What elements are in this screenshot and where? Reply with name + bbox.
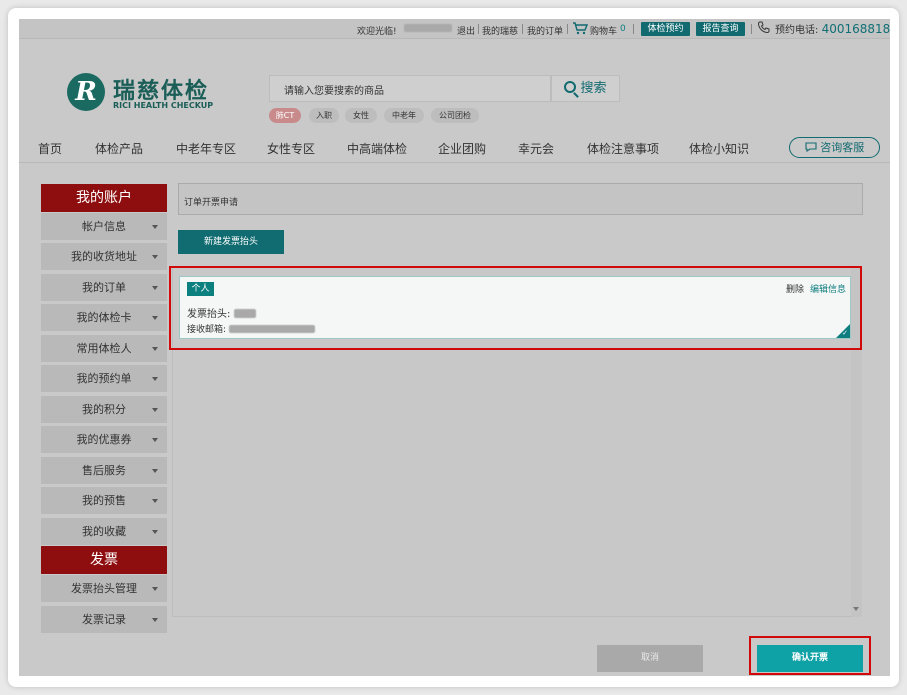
sidebar-item-invoice-headers[interactable]: 发票抬头管理	[41, 575, 167, 602]
sidebar-item-points[interactable]: 我的积分	[41, 396, 167, 423]
sidebar-invoice-title: 发票	[41, 546, 167, 574]
sidebar-item-aftersales[interactable]: 售后服务	[41, 457, 167, 484]
separator	[751, 24, 752, 34]
search-button[interactable]: 搜索	[551, 75, 620, 102]
search-tag[interactable]: 女性	[345, 108, 377, 123]
nav-products[interactable]: 体检产品	[95, 140, 143, 157]
top-bar: 欢迎光临! 退出 我的瑞慈 我的订单 购物车 0 体检预约 报告查询 预约电话:…	[19, 19, 890, 39]
nav-senior[interactable]: 中老年专区	[176, 140, 236, 157]
cart-icon[interactable]	[572, 21, 589, 38]
chevron-down-icon	[152, 618, 158, 622]
chevron-down-icon	[152, 530, 158, 534]
search-tag[interactable]: 中老年	[384, 108, 424, 123]
consult-button[interactable]: 咨询客服	[789, 137, 880, 158]
sidebar-account-title: 我的账户	[41, 184, 167, 212]
scroll-down-icon[interactable]	[853, 607, 859, 611]
username-blurred	[404, 24, 452, 35]
nav-premium[interactable]: 中高端体检	[347, 140, 407, 157]
sidebar-item-address[interactable]: 我的收货地址	[41, 243, 167, 270]
phone-info: 预约电话: 4001688188	[775, 21, 890, 36]
search-input[interactable]: 请输入您要搜索的商品	[269, 75, 551, 102]
phone-label: 预约电话:	[775, 25, 819, 36]
logout-link[interactable]: 退出	[457, 24, 475, 37]
chevron-down-icon	[152, 408, 158, 412]
separator	[478, 24, 479, 34]
chevron-down-icon	[152, 255, 158, 259]
separator	[567, 24, 568, 34]
chevron-down-icon	[152, 347, 158, 351]
sidebar-item-label: 我的收藏	[82, 525, 126, 538]
phone-icon	[757, 20, 771, 37]
chevron-down-icon	[152, 377, 158, 381]
nav-women[interactable]: 女性专区	[267, 140, 315, 157]
logo-subtitle: RICI HEALTH CHECKUP	[113, 101, 214, 110]
chevron-down-icon	[152, 438, 158, 442]
separator	[522, 24, 523, 34]
sidebar-item-presale[interactable]: 我的预售	[41, 487, 167, 514]
sidebar-item-favorites[interactable]: 我的收藏	[41, 518, 167, 545]
chevron-down-icon	[152, 469, 158, 473]
sidebar-item-label: 发票记录	[82, 613, 126, 626]
sidebar-item-label: 我的体检卡	[76, 311, 132, 324]
highlight-box	[169, 266, 862, 350]
main-nav: 首页 体检产品 中老年专区 女性专区 中高端体检 企业团购 幸元会 体检注意事项…	[19, 131, 890, 163]
search-icon	[564, 81, 577, 93]
search-tag[interactable]: 公司团检	[431, 108, 479, 123]
consult-label: 咨询客服	[820, 141, 865, 154]
chevron-down-icon	[152, 499, 158, 503]
page-screen: 欢迎光临! 退出 我的瑞慈 我的订单 购物车 0 体检预约 报告查询 预约电话:…	[19, 19, 890, 676]
sidebar-item-label: 我的预约单	[76, 372, 132, 385]
nav-enterprise[interactable]: 企业团购	[438, 140, 486, 157]
sidebar-item-label: 常用体检人	[76, 342, 132, 355]
search-tag[interactable]: 入职	[309, 108, 339, 123]
sidebar-item-appointments[interactable]: 我的预约单	[41, 365, 167, 392]
sidebar-item-coupons[interactable]: 我的优惠券	[41, 426, 167, 453]
cart-count: 0	[620, 24, 626, 34]
chevron-down-icon	[152, 587, 158, 591]
my-orders-link[interactable]: 我的订单	[527, 24, 563, 37]
phone-number: 4001688188	[821, 22, 890, 36]
my-ruici-link[interactable]: 我的瑞慈	[482, 24, 518, 37]
sidebar-item-cards[interactable]: 我的体检卡	[41, 304, 167, 331]
sidebar-item-examinees[interactable]: 常用体检人	[41, 335, 167, 362]
sidebar-item-invoice-records[interactable]: 发票记录	[41, 606, 167, 633]
sidebar-item-label: 发票抬头管理	[71, 582, 137, 595]
report-query-button[interactable]: 报告查询	[696, 22, 745, 36]
search-tag[interactable]: 肺CT	[269, 108, 301, 123]
nav-home[interactable]: 首页	[38, 140, 62, 157]
new-invoice-header-button[interactable]: 新建发票抬头	[178, 230, 284, 254]
chevron-down-icon	[152, 225, 158, 229]
sidebar-item-label: 帐户信息	[82, 220, 126, 233]
nav-notes[interactable]: 体检注意事项	[587, 140, 659, 157]
chevron-down-icon	[152, 316, 158, 320]
sidebar-item-label: 我的积分	[82, 403, 126, 416]
sidebar-item-orders[interactable]: 我的订单	[41, 274, 167, 301]
booking-button[interactable]: 体检预约	[641, 22, 690, 36]
cancel-button[interactable]: 取消	[597, 645, 703, 672]
welcome-text: 欢迎光临!	[357, 27, 397, 37]
sidebar-item-label: 我的订单	[82, 281, 126, 294]
search-button-label: 搜索	[580, 81, 607, 96]
nav-knowledge[interactable]: 体检小知识	[689, 140, 749, 157]
separator	[633, 24, 634, 34]
chat-icon	[805, 142, 817, 153]
sidebar-item-account-info[interactable]: 帐户信息	[41, 213, 167, 240]
sidebar-item-label: 我的收货地址	[71, 250, 137, 263]
cart-link[interactable]: 购物车	[590, 24, 617, 37]
chevron-down-icon	[152, 286, 158, 290]
nav-membership[interactable]: 幸元会	[518, 140, 554, 157]
sidebar-item-label: 我的优惠券	[76, 433, 132, 446]
logo-icon[interactable]: R	[67, 73, 105, 111]
sidebar-item-label: 售后服务	[82, 464, 126, 477]
highlight-box	[749, 636, 871, 675]
sidebar-item-label: 我的预售	[82, 494, 126, 507]
page-title: 订单开票申请	[178, 183, 863, 215]
